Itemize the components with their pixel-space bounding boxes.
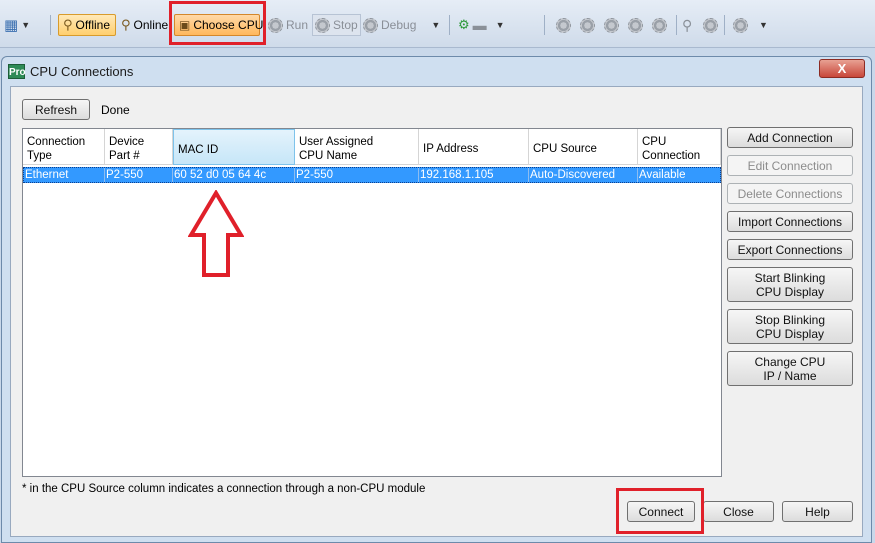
monitor-icon: ▬ (472, 17, 487, 33)
more-tools-button[interactable]: ▼ (733, 14, 768, 36)
check-gear-icon: ⚙ (458, 17, 470, 32)
column-header-user-assigned-name[interactable]: User Assigned CPU Name (295, 129, 419, 165)
gear-icon[interactable] (703, 17, 719, 33)
layout-tool-button[interactable]: ▦ ▼ (4, 14, 30, 36)
chevron-down-icon: ▼ (759, 20, 768, 30)
stop-blinking-button[interactable]: Stop Blinking CPU Display (727, 309, 853, 344)
export-connections-button[interactable]: Export Connections (727, 239, 853, 260)
add-connection-button[interactable]: Add Connection (727, 127, 853, 148)
gear-icon (363, 17, 378, 33)
cpu-source-footnote: * in the CPU Source column indicates a c… (22, 483, 426, 495)
connections-grid[interactable]: Connection Type Device Part # MAC ID User … (22, 128, 722, 477)
start-blinking-button[interactable]: Start Blinking CPU Display (727, 267, 853, 302)
change-cpu-ip-name-button[interactable]: Change CPU IP / Name (727, 351, 853, 386)
grid-icon: ▦ (4, 17, 19, 34)
online-button[interactable]: ⚲ Online (121, 14, 168, 36)
plug-icon: ⚲ (121, 17, 131, 32)
debug-button[interactable]: Debug ▼ (363, 14, 440, 36)
toolbar-separator (50, 15, 51, 35)
gear-icon[interactable] (556, 17, 571, 33)
gear-icon[interactable] (604, 17, 619, 33)
cpu-tools-group (556, 14, 667, 36)
app-logo-icon: Pro (8, 64, 26, 79)
column-header-ip-address[interactable]: IP Address (419, 129, 529, 165)
up-arrow-annotation (188, 190, 244, 277)
cpu-connections-dialog: Pro CPU Connections X Refresh Done Conne… (1, 56, 872, 543)
cell-device-part: P2-550 (105, 168, 173, 182)
toolbar-separator (544, 15, 545, 35)
cell-cpu-connection: Available (639, 169, 686, 181)
stop-button[interactable]: Stop (312, 14, 361, 36)
run-button[interactable]: Run (268, 14, 308, 36)
column-header-device-part[interactable]: Device Part # (105, 129, 173, 165)
column-header-connection-type[interactable]: Connection Type (23, 129, 105, 165)
chevron-down-icon: ▼ (21, 20, 31, 30)
chevron-down-icon: ▼ (495, 20, 505, 30)
search-tools-group: ⚲ (682, 14, 719, 36)
gear-icon (315, 17, 330, 33)
search-icon[interactable]: ⚲ (682, 17, 692, 34)
edit-connection-button[interactable]: Edit Connection (727, 155, 853, 176)
gear-icon[interactable] (652, 17, 667, 33)
choose-cpu-highlight (169, 1, 266, 45)
close-icon[interactable]: X (819, 59, 865, 78)
table-row[interactable]: Ethernet P2-550 60 52 d0 05 64 4c P2-550… (23, 167, 721, 183)
close-button[interactable]: Close (703, 501, 774, 522)
cell-cpu-source: Auto-Discovered (529, 168, 638, 182)
main-toolbar: ▦ ▼ ⚲ Offline ⚲ Online ▣ Choose CPU Run … (0, 0, 875, 48)
column-header-cpu-source[interactable]: CPU Source (529, 129, 638, 165)
gear-icon (733, 17, 748, 33)
gear-icon (268, 17, 283, 33)
dialog-title: CPU Connections (30, 64, 134, 79)
plug-icon: ⚲ (63, 17, 73, 32)
refresh-button[interactable]: Refresh (22, 99, 90, 120)
delete-connections-button[interactable]: Delete Connections (727, 183, 853, 204)
dialog-titlebar: Pro CPU Connections X (2, 57, 871, 85)
gear-icon[interactable] (628, 17, 643, 33)
connect-highlight (616, 488, 704, 534)
import-connections-button[interactable]: Import Connections (727, 211, 853, 232)
cell-ip-address: 192.168.1.105 (419, 168, 529, 182)
toolbar-separator (676, 15, 677, 35)
help-button[interactable]: Help (782, 501, 853, 522)
dialog-client-area: Refresh Done Connection Type Device Part #… (10, 86, 863, 537)
offline-button[interactable]: ⚲ Offline (58, 14, 116, 36)
column-header-cpu-connection[interactable]: CPU Connection (638, 129, 721, 165)
gear-icon[interactable] (580, 17, 595, 33)
toolbar-separator (449, 15, 450, 35)
status-tools-button[interactable]: ⚙ ▬ ▼ (458, 14, 505, 36)
cell-mac-id: 60 52 d0 05 64 4c (173, 168, 295, 182)
toolbar-separator (724, 15, 725, 35)
column-header-mac-id[interactable]: MAC ID (173, 129, 295, 165)
chevron-down-icon: ▼ (431, 20, 441, 30)
cell-connection-type: Ethernet (24, 168, 105, 182)
cell-cpu-name: P2-550 (295, 168, 419, 182)
refresh-status-text: Done (101, 103, 130, 117)
